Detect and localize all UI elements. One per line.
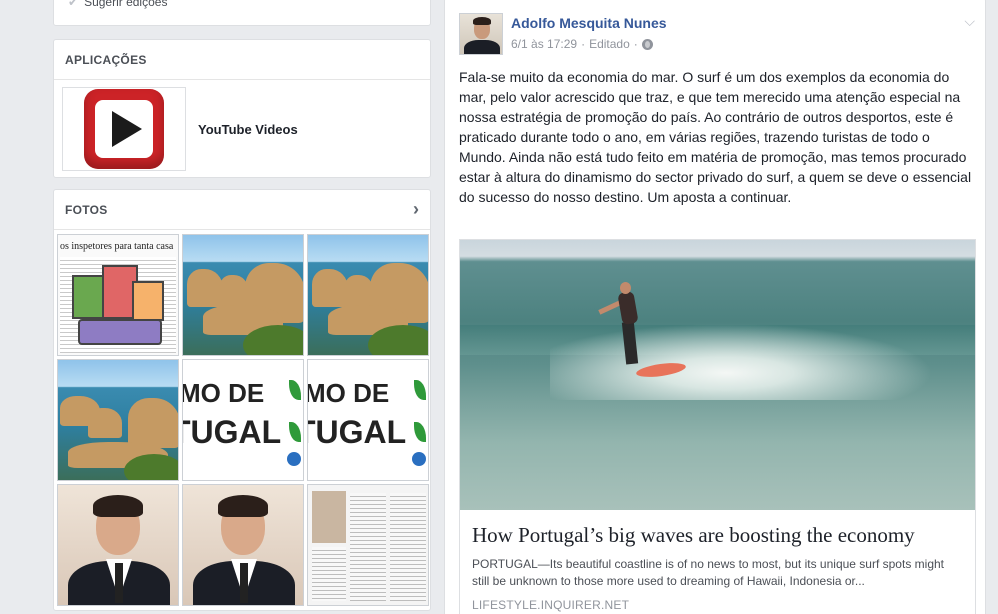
meta-separator: ·: [581, 37, 586, 51]
app-item-youtube[interactable]: YouTube Videos: [62, 87, 298, 171]
logo-text-line1: MO DE: [307, 378, 390, 408]
logo-text-line1: MO DE: [182, 378, 265, 408]
author-name[interactable]: Adolfo Mesquita Nunes: [511, 15, 667, 31]
link-body[interactable]: How Portugal’s big waves are boosting th…: [460, 510, 975, 614]
feed-post: Adolfo Mesquita Nunes 6/1 às 17:29 · Edi…: [444, 0, 986, 614]
photo-tile[interactable]: [307, 234, 429, 356]
link-description: PORTUGAL—Its beautiful coastline is of n…: [472, 557, 944, 588]
apps-title: APLICAÇÕES: [65, 52, 147, 67]
photo-tile[interactable]: [182, 484, 304, 606]
suggest-edits-card: ✔ Sugerir edições: [53, 0, 431, 26]
photos-header[interactable]: FOTOS ›: [54, 190, 430, 230]
photo-tile[interactable]: [307, 484, 429, 606]
photo-tile[interactable]: MO DE TUGAL: [307, 359, 429, 481]
link-source: LIFESTYLE.INQUIRER.NET: [472, 598, 630, 612]
check-icon: ✔: [68, 0, 79, 9]
app-thumbnail[interactable]: [62, 87, 186, 171]
photo-tile[interactable]: [57, 359, 179, 481]
photo-tile[interactable]: [57, 484, 179, 606]
meta-separator: ·: [633, 37, 638, 51]
photo-headline: os inspetores para tanta casa: [60, 241, 174, 252]
logo-text-line2: TUGAL: [182, 414, 282, 450]
suggest-edits-label: Sugerir edições: [84, 0, 168, 9]
chevron-right-icon[interactable]: ›: [413, 199, 419, 220]
photos-card: FOTOS › os inspetores para tanta casa MO…: [53, 189, 431, 611]
photo-tile[interactable]: MO DE TUGAL: [182, 359, 304, 481]
play-icon: [112, 111, 142, 147]
photo-grid: os inspetores para tanta casa MO DE TUGA…: [57, 234, 429, 606]
link-image[interactable]: [460, 240, 975, 510]
photos-title[interactable]: FOTOS: [65, 203, 108, 217]
post-text: Fala-se muito da economia do mar. O surf…: [459, 69, 972, 205]
author-avatar[interactable]: [459, 13, 503, 55]
app-name[interactable]: YouTube Videos: [198, 122, 298, 137]
post-meta: 6/1 às 17:29 · Editado ·: [511, 37, 653, 51]
logo-text-line2: TUGAL: [307, 414, 407, 450]
photo-tile[interactable]: [182, 234, 304, 356]
youtube-icon: [84, 89, 164, 169]
post-timestamp[interactable]: 6/1 às 17:29: [511, 37, 577, 51]
link-preview[interactable]: How Portugal’s big waves are boosting th…: [459, 239, 976, 614]
suggest-edits-link[interactable]: ✔ Sugerir edições: [68, 0, 167, 9]
edited-label[interactable]: Editado: [589, 37, 630, 51]
globe-icon[interactable]: [641, 38, 653, 50]
apps-header: APLICAÇÕES: [54, 40, 430, 80]
apps-card: APLICAÇÕES YouTube Videos: [53, 39, 431, 178]
link-title[interactable]: How Portugal’s big waves are boosting th…: [472, 522, 963, 548]
photo-tile[interactable]: os inspetores para tanta casa: [57, 234, 179, 356]
chevron-down-icon[interactable]: ⌵: [964, 13, 975, 30]
